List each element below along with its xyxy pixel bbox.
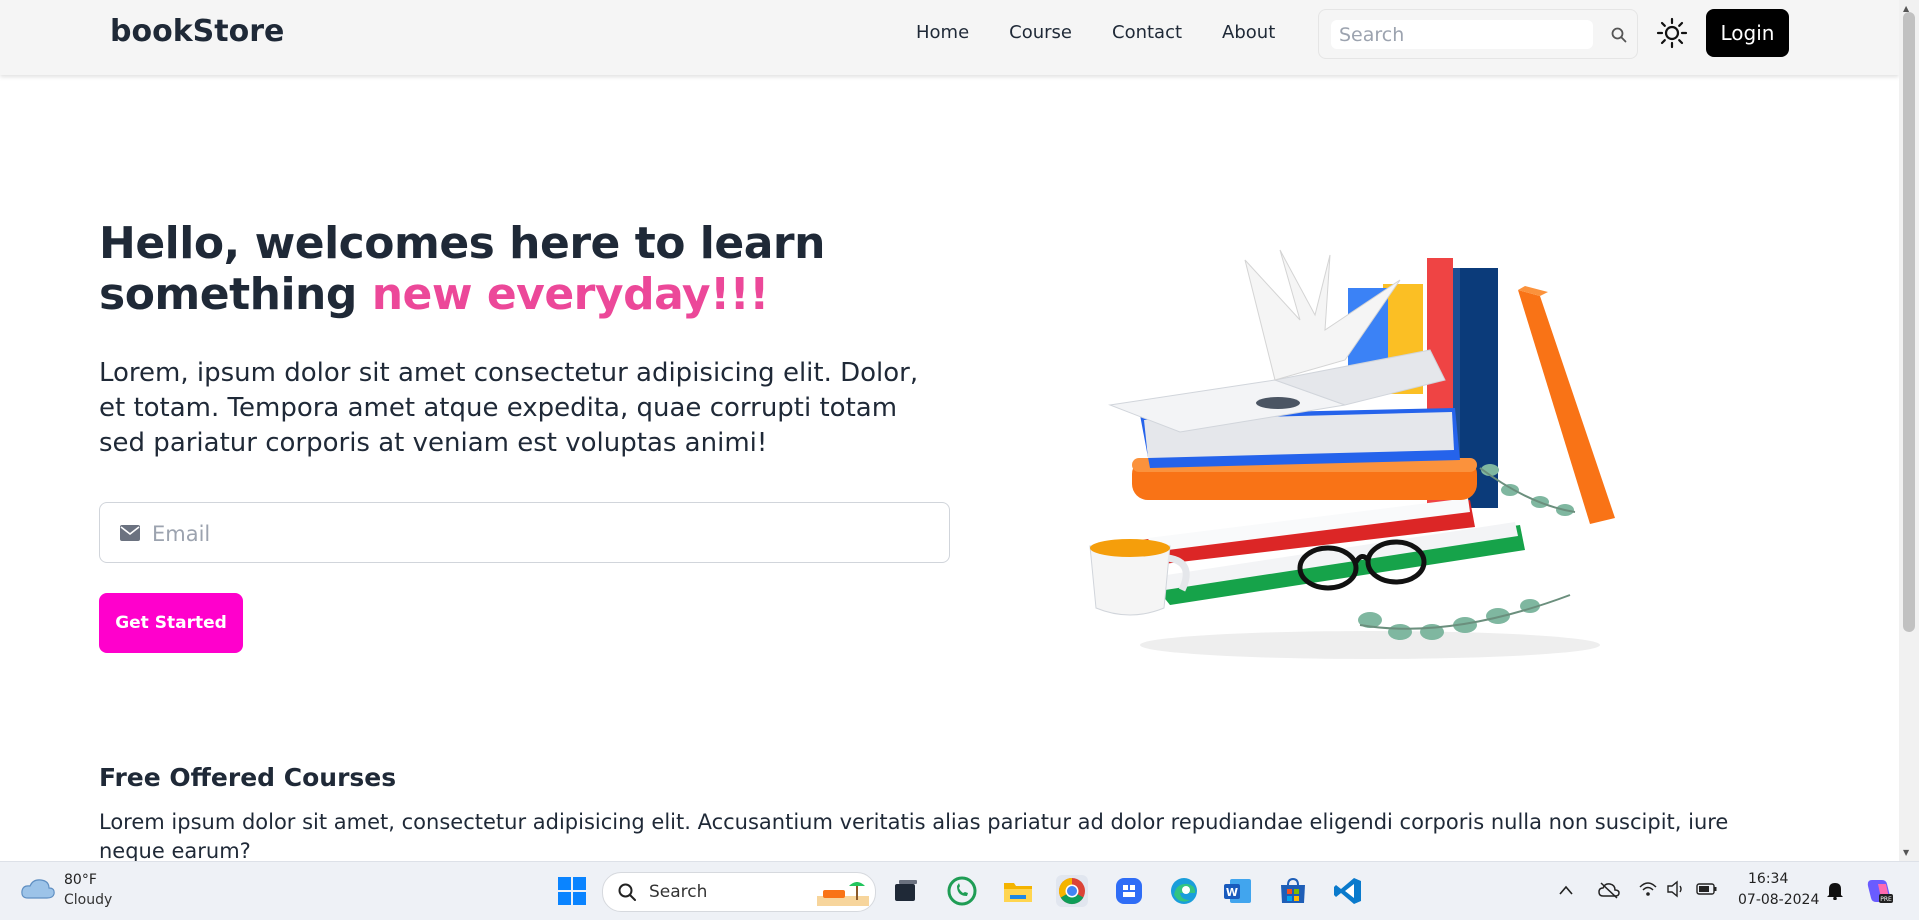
search-input[interactable] [1331, 20, 1593, 49]
windows-taskbar: 80°F Cloudy Search W 16:34 07-08-2024 PR… [0, 861, 1919, 920]
chevron-up-icon[interactable] [1558, 883, 1574, 897]
hero-description: Lorem, ipsum dolor sit amet consectetur … [99, 358, 919, 458]
volume-icon[interactable] [1666, 880, 1686, 898]
hero-title-line2: something [99, 269, 372, 320]
nav-course-link[interactable]: Course [1009, 22, 1072, 43]
weather-condition[interactable]: Cloudy [64, 892, 112, 908]
sun-icon[interactable] [1656, 17, 1688, 49]
file-explorer-icon[interactable] [1002, 875, 1034, 907]
hero-title-line1: Hello, welcomes here to learn [99, 218, 825, 269]
cloud-sync-icon[interactable] [1598, 881, 1620, 899]
clock-time[interactable]: 16:34 [1748, 871, 1788, 887]
courses-description: Lorem ipsum dolor sit amet, consectetur … [99, 810, 1729, 863]
windows-start-icon[interactable] [556, 875, 588, 907]
page-scrollbar[interactable]: ▲ ▼ [1899, 0, 1919, 861]
vscode-icon[interactable] [1332, 875, 1364, 907]
task-view-icon[interactable] [890, 875, 922, 907]
svg-text:W: W [1226, 886, 1238, 899]
mail-icon [120, 525, 140, 541]
chrome-icon[interactable] [1056, 875, 1088, 907]
nav-about-link[interactable]: About [1222, 22, 1275, 43]
taskbar-search[interactable]: Search [602, 872, 876, 912]
copilot-icon[interactable]: PRE [1864, 876, 1894, 906]
get-started-button[interactable]: Get Started [99, 593, 243, 653]
battery-icon[interactable] [1696, 882, 1718, 896]
wifi-icon[interactable] [1638, 880, 1658, 898]
navbar: bookStore Home Course Contact About Logi… [0, 0, 1899, 75]
taskbar-search-label: Search [649, 882, 708, 902]
email-input[interactable] [150, 517, 934, 551]
search-icon[interactable] [1609, 25, 1629, 45]
nav-links: Home Course Contact About [916, 22, 1275, 43]
nav-contact-link[interactable]: Contact [1112, 22, 1182, 43]
books-illustration [1089, 249, 1615, 659]
beach-icon [817, 882, 869, 906]
nav-home-link[interactable]: Home [916, 22, 969, 43]
scroll-down-arrow-icon[interactable]: ▼ [1903, 848, 1909, 857]
svg-text:PRE: PRE [1880, 896, 1892, 903]
edge-icon[interactable] [1168, 875, 1200, 907]
hero-title: Hello, welcomes here to learn something … [99, 218, 825, 320]
hero-title-accent: new everyday!!! [371, 269, 770, 320]
microsoft-store-icon[interactable] [1277, 875, 1309, 907]
notification-bell-icon[interactable] [1826, 880, 1844, 900]
whatsapp-icon[interactable] [946, 875, 978, 907]
clock-date[interactable]: 07-08-2024 [1738, 892, 1819, 908]
login-button[interactable]: Login [1706, 9, 1789, 57]
cloud-icon[interactable] [20, 876, 56, 902]
search-icon [618, 883, 636, 901]
email-field [99, 502, 950, 563]
courses-title: Free Offered Courses [99, 763, 397, 792]
word-icon[interactable]: W [1222, 875, 1254, 907]
scroll-thumb[interactable] [1903, 12, 1915, 632]
search-box [1318, 9, 1638, 59]
brand-logo[interactable]: bookStore [110, 14, 284, 49]
app-tile-icon[interactable] [1113, 875, 1145, 907]
weather-temperature[interactable]: 80°F [64, 872, 97, 888]
